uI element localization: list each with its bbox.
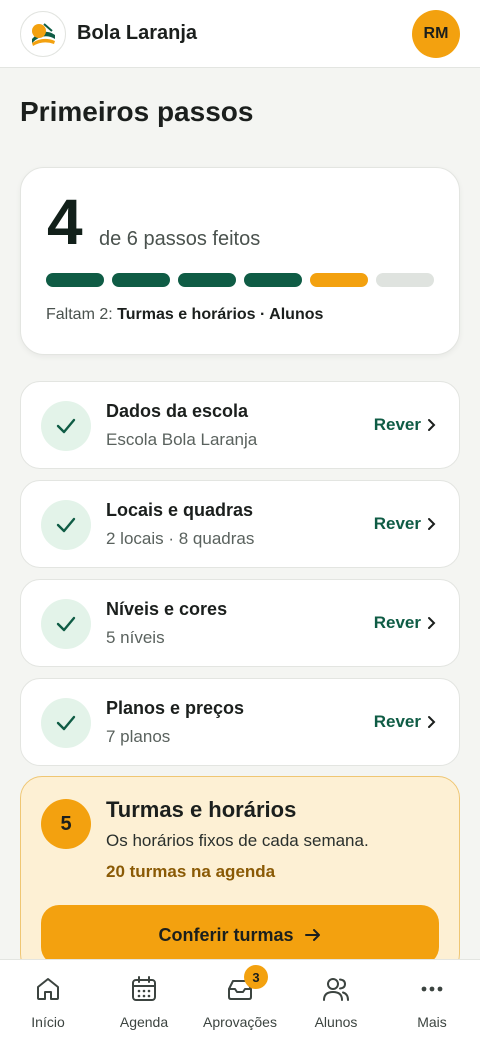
review-button[interactable]: Rever [374,613,437,633]
step-card-niveis[interactable]: Níveis e cores 5 níveis Rever [20,579,460,667]
nav-item-agenda[interactable]: Agenda [96,960,192,1039]
check-classes-button[interactable]: Conferir turmas [41,905,439,965]
progress-segment [376,273,434,287]
bottom-nav: Início Agenda 3 Aprovações Alunos Mais [0,959,480,1039]
progress-bar [46,273,434,287]
progress-card: 4 de 6 passos feitos Faltam 2: Turmas e … [20,167,460,355]
nav-item-inicio[interactable]: Início [0,960,96,1039]
arrow-right-icon [304,929,320,941]
users-icon [321,974,351,1004]
step-number-badge: 5 [41,799,91,849]
app-name: Bola Laranja [77,22,198,44]
progress-segment [46,273,104,287]
nav-label: Mais [417,1014,447,1030]
cta-label: Conferir turmas [158,924,294,945]
more-icon [417,974,447,1004]
step-card-dados[interactable]: Dados da escola Escola Bola Laranja Reve… [20,381,460,469]
chevron-right-icon [428,716,436,728]
avatar[interactable]: RM [412,10,460,58]
review-label: Rever [373,514,421,533]
step-title: Locais e quadras [106,500,254,520]
avatar-initials: RM [423,25,449,42]
progress-segment [178,273,236,287]
app-header: Bola Laranja RM [0,0,480,68]
review-button[interactable]: Rever [374,514,437,534]
nav-label: Aprovações [203,1014,277,1030]
check-icon [41,401,91,451]
step-subtitle: 2 locais · 8 quadras [106,529,255,548]
active-step-count: 20 turmas na agenda [106,862,276,881]
check-icon [41,500,91,550]
chevron-right-icon [428,518,436,530]
steps-done-label: de 6 passos feitos [99,228,261,250]
nav-item-alunos[interactable]: Alunos [288,960,384,1039]
nav-label: Alunos [314,1014,358,1030]
nav-label: Agenda [119,1014,169,1030]
step-card-planos[interactable]: Planos e preços 7 planos Rever [20,678,460,766]
active-step-description: Os horários fixos de cada semana. [106,831,369,850]
nav-item-aprovacoes[interactable]: 3 Aprovações [192,960,288,1039]
progress-segment [112,273,170,287]
step-title: Planos e preços [106,698,245,718]
logo-icon [20,10,66,57]
check-icon [41,698,91,748]
nav-label: Início [31,1014,65,1030]
remaining-items: Turmas e horários · Alunos [117,306,324,323]
step-subtitle: 7 planos [106,727,171,746]
review-label: Rever [373,613,421,632]
steps-done-count: 4 [47,186,83,258]
remaining-prefix: Faltam 2: [46,306,113,323]
chevron-right-icon [428,617,436,629]
review-label: Rever [373,415,421,434]
check-icon [41,599,91,649]
progress-segment [244,273,302,287]
page-title: Primeiros passos [20,96,254,127]
step-subtitle: Escola Bola Laranja [106,430,258,449]
review-label: Rever [373,712,421,731]
calendar-icon [129,974,159,1004]
step-card-locais[interactable]: Locais e quadras 2 locais · 8 quadras Re… [20,480,460,568]
step-subtitle: 5 níveis [106,628,165,647]
nav-item-mais[interactable]: Mais [384,960,480,1039]
remaining-steps: Faltam 2: Turmas e horários · Alunos [46,306,323,324]
review-button[interactable]: Rever [374,712,437,732]
step-title: Níveis e cores [106,599,228,619]
step-number: 5 [60,812,72,835]
active-step-card: 5 Turmas e horários Os horários fixos de… [20,776,460,976]
active-step-title: Turmas e horários [106,797,297,822]
chevron-right-icon [428,419,436,431]
notification-badge: 3 [244,965,268,989]
home-icon [33,974,63,1004]
progress-segment [310,273,368,287]
step-title: Dados da escola [106,401,249,421]
review-button[interactable]: Rever [374,415,437,435]
